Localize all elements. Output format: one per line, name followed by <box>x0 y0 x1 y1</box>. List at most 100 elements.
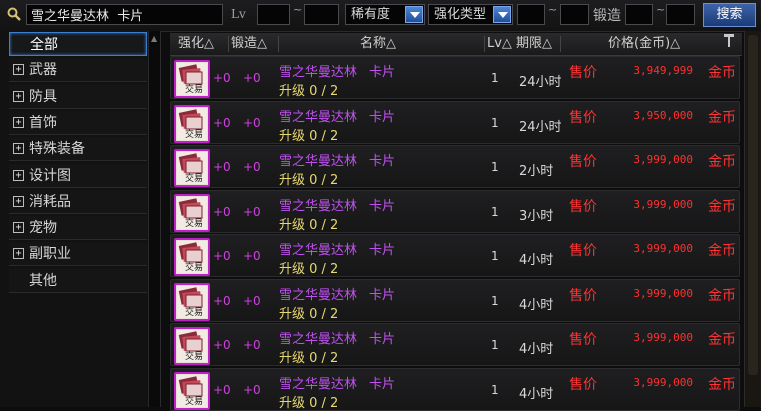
forge-range-tilde: ~ <box>656 3 666 16</box>
sidebar-item-0[interactable]: 全部 <box>9 32 147 56</box>
enhance-min-input[interactable] <box>517 4 545 25</box>
item-name-main: 雪之华曼达林 <box>279 243 358 258</box>
sale-type-label: 售价 <box>569 287 597 304</box>
table-row[interactable]: 交易 +0 +0 雪之华曼达林 卡片 升级 0 / 2 1 4小时 售价 3,999,000 金币 <box>170 323 740 366</box>
forge-value: +0 <box>243 160 261 174</box>
item-name[interactable]: 雪之华曼达林 卡片 <box>279 239 395 258</box>
sidebar-item-3[interactable]: + 首饰 <box>9 110 147 135</box>
sale-type-label: 售价 <box>569 154 597 170</box>
card-trade-label: 交易 <box>185 218 204 229</box>
column-price[interactable]: 价格(金币)△ <box>608 33 680 55</box>
card-item-icon[interactable]: 交易 <box>174 60 210 98</box>
expand-plus-icon[interactable]: + <box>13 248 24 260</box>
table-row[interactable]: 交易 +0 +0 雪之华曼达林 卡片 升级 0 / 2 1 24小时 售价 3,950,000 金币 <box>170 100 740 144</box>
scroll-up-icon[interactable]: ▲ <box>151 34 157 43</box>
item-name[interactable]: 雪之华曼达林 卡片 <box>279 373 395 392</box>
column-duration[interactable]: 期限△ <box>516 33 552 55</box>
forge-value: +0 <box>243 249 261 263</box>
upgrade-status: 升级 0 / 2 <box>279 217 339 233</box>
currency-label: 金币 <box>708 65 736 81</box>
table-row[interactable]: 交易 +0 +0 雪之华曼达林 卡片 升级 0 / 2 1 3小时 售价 3,999,000 金币 <box>170 189 740 233</box>
expand-plus-icon[interactable]: + <box>13 222 24 234</box>
item-name[interactable]: 雪之华曼达林 卡片 <box>279 195 395 214</box>
scrollbar-thumb[interactable] <box>748 35 758 375</box>
column-enhance[interactable]: 强化△ <box>178 33 214 55</box>
search-bar: Lv ~ 稀有度 强化类型 ~ 锻造 ~ 搜索 <box>0 0 761 32</box>
expand-plus-icon[interactable]: + <box>13 64 24 76</box>
table-row[interactable]: 交易 +0 +0 雪之华曼达林 卡片 升级 0 / 2 1 24小时 售价 3,949,999 金币 <box>170 56 740 99</box>
card-trade-label: 交易 <box>185 129 204 140</box>
table-row[interactable]: 交易 +0 +0 雪之华曼达林 卡片 升级 0 / 2 1 4小时 售价 3,999,000 金币 <box>170 367 740 411</box>
sidebar-item-6[interactable]: + 消耗品 <box>9 189 147 214</box>
sale-type-label: 售价 <box>569 109 597 126</box>
forge-label: 锻造 <box>593 8 621 24</box>
sidebar-item-7[interactable]: + 宠物 <box>9 216 147 241</box>
sidebar-item-4[interactable]: + 特殊装备 <box>9 137 147 162</box>
sidebar-item-5[interactable]: + 设计图 <box>9 163 147 188</box>
pin-icon[interactable] <box>723 33 735 48</box>
duration-value: 2小时 <box>519 164 554 179</box>
enhance-value: +0 <box>213 338 231 352</box>
card-item-icon[interactable]: 交易 <box>174 193 210 232</box>
column-forge[interactable]: 锻造△ <box>231 33 267 55</box>
rarity-dropdown-label: 稀有度 <box>351 7 391 22</box>
column-divider <box>484 36 485 52</box>
expand-plus-icon[interactable]: + <box>13 195 24 207</box>
table-row[interactable]: 交易 +0 +0 雪之华曼达林 卡片 升级 0 / 2 1 2小时 售价 3,999,000 金币 <box>170 145 740 188</box>
enhance-type-dropdown[interactable]: 强化类型 <box>428 4 513 25</box>
sidebar-item-label: 首饰 <box>29 114 57 131</box>
item-name-main: 雪之华曼达林 <box>279 198 358 214</box>
chevron-down-icon[interactable] <box>493 6 511 23</box>
sidebar-item-9[interactable]: 其他 <box>9 268 147 293</box>
table-row[interactable]: 交易 +0 +0 雪之华曼达林 卡片 升级 0 / 2 1 4小时 售价 3,999,000 金币 <box>170 278 740 322</box>
sidebar-item-2[interactable]: + 防具 <box>9 84 147 109</box>
sidebar-item-label: 全部 <box>30 37 58 53</box>
rarity-dropdown[interactable]: 稀有度 <box>345 4 425 25</box>
table-row[interactable]: 交易 +0 +0 雪之华曼达林 卡片 升级 0 / 2 1 4小时 售价 3,999,000 金币 <box>170 234 740 277</box>
sale-type-label: 售价 <box>569 332 597 348</box>
sidebar-scrollbar[interactable]: ▲ <box>148 31 160 407</box>
sidebar-item-1[interactable]: + 武器 <box>9 58 147 83</box>
forge-min-input[interactable] <box>625 4 653 25</box>
item-name[interactable]: 雪之华曼达林 卡片 <box>279 328 395 347</box>
duration-value: 24小时 <box>519 119 562 135</box>
expand-plus-icon[interactable]: + <box>13 143 24 155</box>
price-value: 3,999,000 <box>633 197 693 211</box>
expand-plus-icon[interactable]: + <box>13 169 24 181</box>
results-scrollbar[interactable] <box>744 31 761 407</box>
price-value: 3,949,999 <box>633 64 693 77</box>
enhance-value: +0 <box>213 160 231 174</box>
duration-value: 24小时 <box>519 75 562 90</box>
card-item-icon[interactable]: 交易 <box>174 371 210 410</box>
item-name-suffix: 卡片 <box>369 154 396 169</box>
item-name-suffix: 卡片 <box>369 376 396 392</box>
item-name-main: 雪之华曼达林 <box>279 376 358 392</box>
currency-label: 金币 <box>708 154 736 170</box>
forge-max-input[interactable] <box>666 4 695 25</box>
card-item-icon[interactable]: 交易 <box>174 149 210 187</box>
currency-label: 金币 <box>708 332 736 348</box>
expand-plus-icon[interactable]: + <box>13 116 24 128</box>
sidebar-item-8[interactable]: + 副职业 <box>9 242 147 267</box>
enhance-max-input[interactable] <box>560 4 589 25</box>
card-item-icon[interactable]: 交易 <box>174 238 210 276</box>
item-name[interactable]: 雪之华曼达林 卡片 <box>279 106 395 125</box>
lv-min-input[interactable] <box>257 4 290 25</box>
card-item-icon[interactable]: 交易 <box>174 282 210 321</box>
column-lv[interactable]: Lv△ <box>487 33 512 55</box>
column-divider <box>228 36 229 52</box>
upgrade-status: 升级 0 / 2 <box>279 351 339 366</box>
search-input[interactable] <box>26 4 223 25</box>
expand-plus-icon[interactable]: + <box>13 90 24 102</box>
duration-value: 4小时 <box>519 342 554 357</box>
column-name[interactable]: 名称△ <box>360 33 396 55</box>
search-button[interactable]: 搜索 <box>703 3 756 27</box>
card-item-icon[interactable]: 交易 <box>174 104 210 143</box>
item-name[interactable]: 雪之华曼达林 卡片 <box>279 150 395 169</box>
card-item-icon[interactable]: 交易 <box>174 327 210 365</box>
item-name[interactable]: 雪之华曼达林 卡片 <box>279 61 395 80</box>
chevron-down-icon[interactable] <box>405 6 423 23</box>
item-name[interactable]: 雪之华曼达林 卡片 <box>279 284 395 303</box>
lv-max-input[interactable] <box>304 4 339 25</box>
sidebar-item-label: 武器 <box>29 62 57 79</box>
